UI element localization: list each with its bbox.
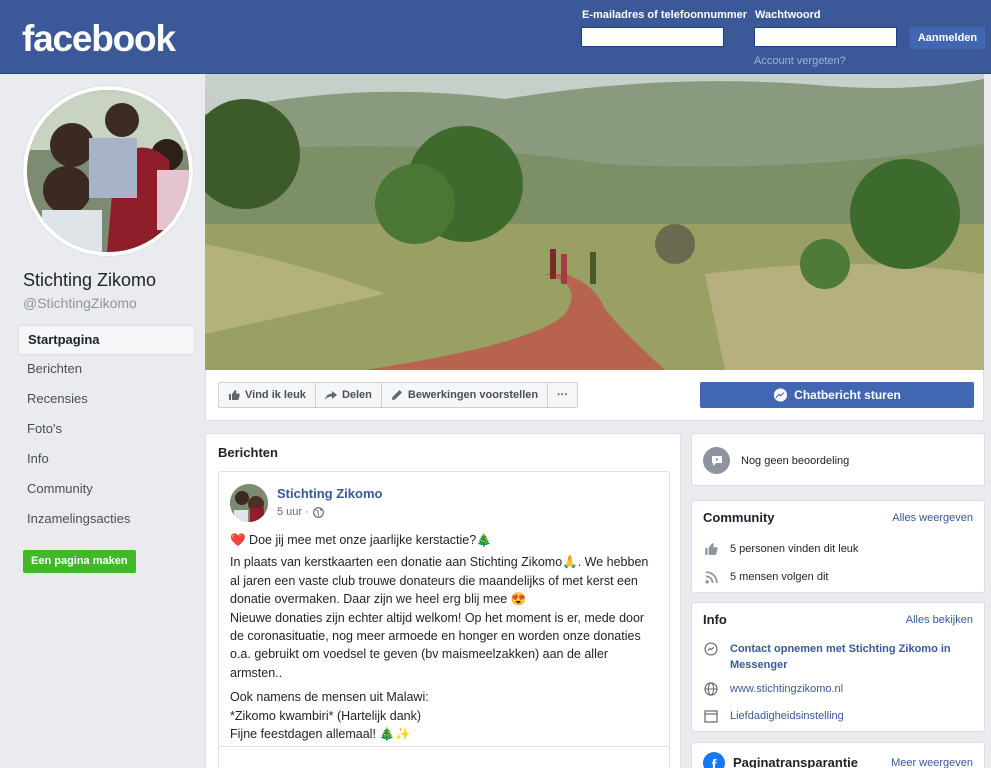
post-divider [219,746,669,747]
post-time-text: 5 uur · [277,506,309,518]
share-button[interactable]: Delen [316,383,382,407]
review-icon [703,447,730,474]
rating-text: Nog geen beoordeling [741,454,850,467]
post-author-avatar[interactable] [230,484,268,522]
rating-row: Nog geen beoordeling [703,447,849,474]
post-paragraph: In plaats van kerstkaarten een donatie a… [230,555,649,607]
website-link[interactable]: www.stichtingzikomo.nl [730,683,843,695]
email-label: E-mailadres of telefoonnummer [582,9,748,21]
nav-item-info[interactable]: Info [18,445,195,475]
post-paragraph: Nieuwe donaties zijn echter altijd welko… [230,610,645,680]
more-icon: ··· [557,389,569,401]
post-card: Stichting Zikomo 5 uur · ❤️ Doe jij mee … [218,471,670,768]
forgot-account-link[interactable]: Account vergeten? [754,55,846,67]
action-button-group: Vind ik leuk Delen Bewerkingen voorstell… [218,382,579,408]
suggest-edits-label: Bewerkingen voorstellen [407,389,539,401]
share-label: Delen [341,389,372,401]
nav-item-inzamelingsacties[interactable]: Inzamelingsacties [18,505,195,535]
email-input[interactable] [581,27,724,47]
post-body: ❤️ Doe jij mee met onze jaarlijke kersta… [230,531,660,747]
profile-photo [27,90,189,252]
page-nav: Startpagina Berichten Recensies Foto's I… [18,325,195,535]
share-icon [324,391,337,400]
create-page-button[interactable]: Een pagina maken [23,550,136,573]
transparency-card: f Paginatransparantie Meer weergeven [691,742,985,768]
posts-section: Berichten Stichting Zikomo 5 uur · ❤️ Do… [205,433,681,768]
info-card: Info Alles bekijken Contact opnemen met … [691,602,985,732]
category-icon [703,708,719,724]
follows-row: 5 mensen volgen dit [703,569,828,585]
login-button[interactable]: Aanmelden [910,27,985,49]
messenger-icon [774,387,788,402]
suggest-edits-button[interactable]: Bewerkingen voorstellen [382,383,549,407]
thumbs-up-icon [703,541,719,557]
transparency-title: Paginatransparantie [733,755,858,768]
rating-card: Nog geen beoordeling [691,433,985,486]
top-bar: facebook E-mailadres of telefoonnummer W… [0,0,991,74]
password-label: Wachtwoord [755,9,821,21]
post-paragraph: Ook namens de mensen uit Malawi: [230,690,429,705]
like-button[interactable]: Vind ik leuk [219,383,316,407]
community-title: Community [703,510,775,525]
nav-item-recensies[interactable]: Recensies [18,385,195,415]
info-see-all-link[interactable]: Alles bekijken [906,614,973,626]
follows-count-text[interactable]: 5 mensen volgen dit [730,571,828,583]
nav-item-fotos[interactable]: Foto's [18,415,195,445]
globe-icon [312,506,324,518]
contact-row: Contact opnemen met Stichting Zikomo in … [703,641,975,673]
nav-item-community[interactable]: Community [18,475,195,505]
globe-icon [703,681,719,697]
category-row: Liefdadigheidsinstelling [703,708,844,724]
transparency-more-link[interactable]: Meer weergeven [891,757,973,768]
more-options-button[interactable]: ··· [548,383,577,407]
page-name: Stichting Zikomo [23,270,157,290]
page-action-bar: Vind ik leuk Delen Bewerkingen voorstell… [205,370,984,421]
likes-row: 5 personen vinden dit leuk [703,541,858,557]
thumbs-up-icon [229,390,240,400]
post-paragraph: ❤️ Doe jij mee met onze jaarlijke kersta… [230,533,492,547]
post-timestamp[interactable]: 5 uur · [277,506,324,518]
post-paragraph: *Zikomo kwambiri* (Hartelijk dank) [230,708,422,723]
facebook-logo[interactable]: facebook [22,18,176,60]
post-author-name[interactable]: Stichting Zikomo [277,486,382,501]
like-label: Vind ik leuk [245,389,306,401]
website-row: www.stichtingzikomo.nl [703,681,843,697]
info-title: Info [703,612,727,627]
category-link[interactable]: Liefdadigheidsinstelling [730,710,844,722]
cover-photo[interactable] [205,74,984,370]
send-message-button[interactable]: Chatbericht sturen [700,382,974,408]
rss-icon [703,569,719,585]
facebook-icon: f [703,752,725,768]
nav-item-startpagina[interactable]: Startpagina [18,325,195,355]
likes-count-text[interactable]: 5 personen vinden dit leuk [730,543,858,555]
pencil-icon [391,390,402,400]
community-see-all-link[interactable]: Alles weergeven [892,512,973,524]
community-card: Community Alles weergeven 5 personen vin… [691,500,985,593]
posts-heading: Berichten [218,445,278,460]
password-input[interactable] [754,27,897,47]
messenger-icon [703,641,719,657]
contact-messenger-link[interactable]: Contact opnemen met Stichting Zikomo in … [730,641,970,673]
profile-picture[interactable] [23,86,193,256]
page-handle: @StichtingZikomo [23,295,137,311]
nav-item-berichten[interactable]: Berichten [18,355,195,385]
post-paragraph: Fijne feestdagen allemaal! 🎄✨ [230,727,411,742]
send-message-label: Chatbericht sturen [794,388,901,402]
